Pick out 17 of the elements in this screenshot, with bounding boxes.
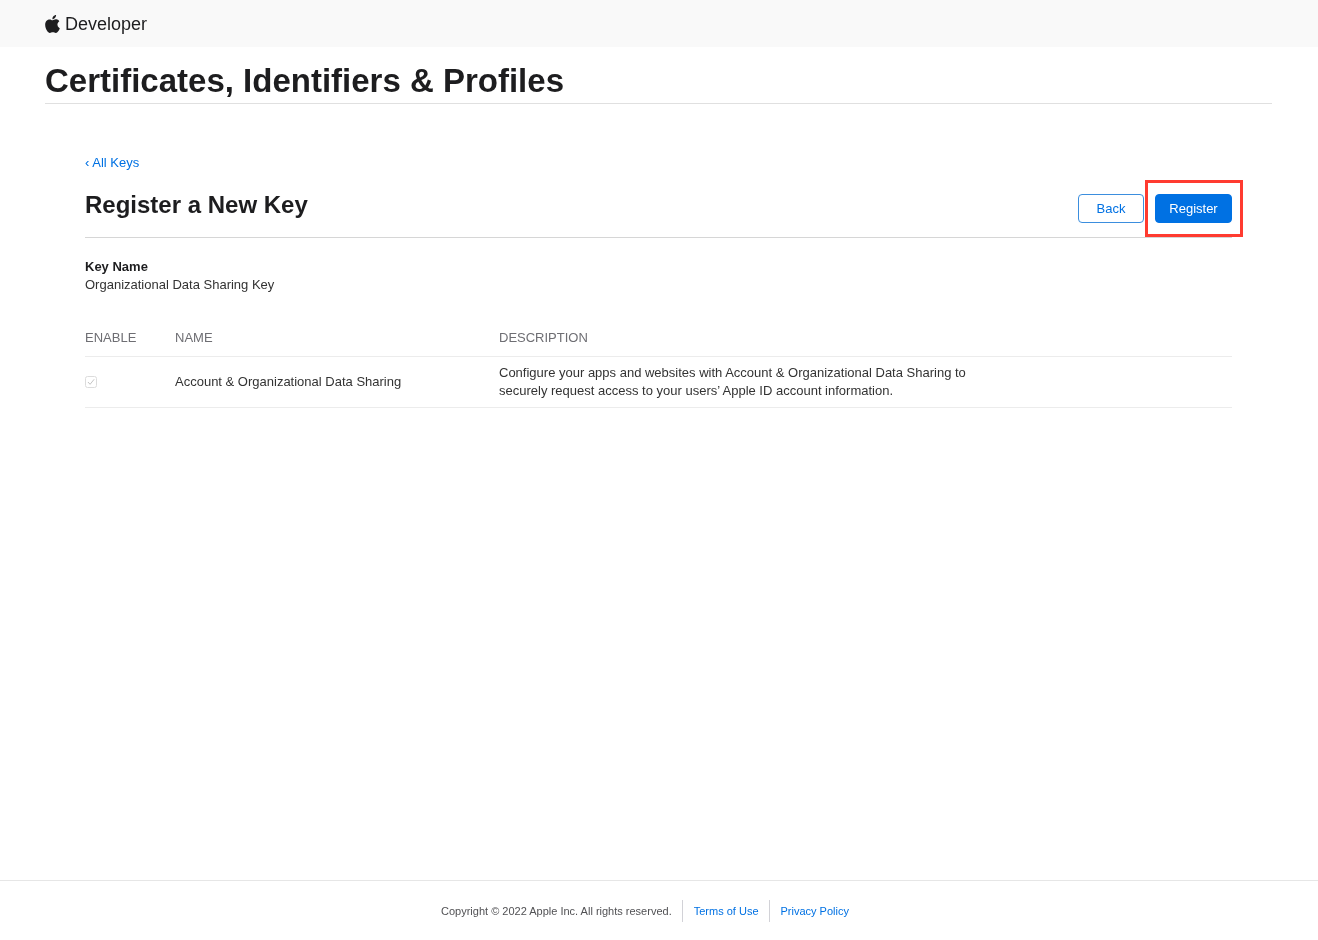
footer-link[interactable]: Terms of Use (693, 903, 759, 918)
feature-description: Configure your apps and websites with Account & Organizational Data Sharing to securely request access to your users’ Apple ID account information. (499, 364, 967, 400)
section-heading: Register a New Key (85, 190, 308, 220)
copyright-text: Copyright © 2022 Apple Inc. All rights reserved. (441, 903, 673, 918)
field-value: Organizational Data Sharing Key (85, 276, 275, 294)
column-header: ENABLE (85, 329, 137, 347)
all-keys-link[interactable]: ‹ All Keys (85, 155, 140, 170)
field-label: Key Name (85, 258, 148, 276)
page-title: Certificates, Identifiers & Profiles (45, 61, 564, 101)
footer-link[interactable]: Privacy Policy (780, 903, 849, 918)
register-button[interactable]: Register (1155, 194, 1232, 223)
apple-logo-icon (45, 14, 60, 33)
feature-name: Account & Organizational Data Sharing (175, 373, 402, 391)
back-button[interactable]: Back (1078, 194, 1144, 223)
column-header: DESCRIPTION (499, 329, 588, 347)
brand-name[interactable]: Developer (65, 12, 148, 35)
column-header: NAME (175, 329, 213, 347)
